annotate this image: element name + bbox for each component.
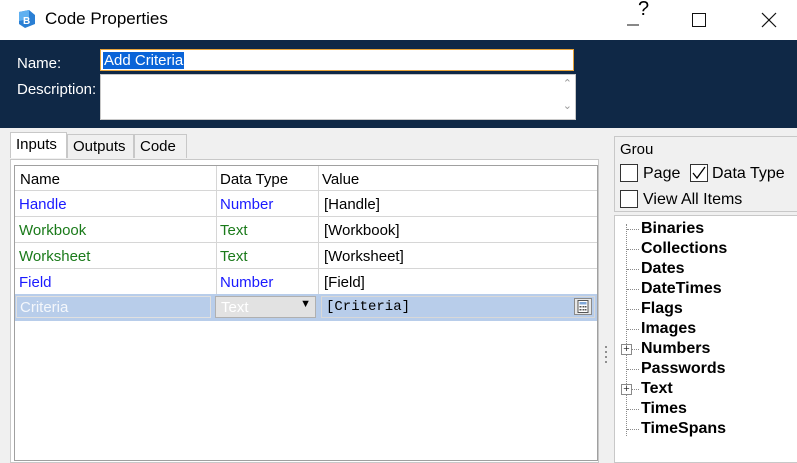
window-title: Code Properties xyxy=(45,9,168,28)
tab-outputs[interactable]: Outputs xyxy=(67,134,134,158)
tab-inputs[interactable]: Inputs xyxy=(10,132,67,158)
expand-numbers-icon[interactable]: + xyxy=(621,344,632,355)
criteria-value-input[interactable]: [Criteria] xyxy=(321,296,595,318)
app-icon: B xyxy=(19,10,35,28)
tree-item-timespans[interactable]: TimeSpans xyxy=(641,420,726,438)
column-header-name[interactable]: Name xyxy=(20,171,60,188)
tree-item-collections[interactable]: Collections xyxy=(641,240,727,258)
title-bar: B Code Properties ? xyxy=(0,0,797,40)
dropdown-arrow-icon[interactable]: ▼ xyxy=(300,298,311,310)
name-input[interactable]: Add Criteria xyxy=(100,49,574,71)
row-data-type[interactable]: Text xyxy=(220,248,248,265)
row-value[interactable]: [Field] xyxy=(324,274,365,291)
inputs-panel: Name Data Type Value Handle Number [Hand… xyxy=(10,159,599,463)
selected-table-row[interactable]: Criteria Text ▼ [Criteria] xyxy=(15,294,597,321)
minimize-button[interactable] xyxy=(610,0,656,40)
maximize-icon xyxy=(692,13,706,27)
panel-splitter[interactable] xyxy=(604,343,608,373)
row-name[interactable]: Workbook xyxy=(19,222,86,239)
maximize-button[interactable] xyxy=(676,0,722,40)
row-name[interactable]: Field xyxy=(19,274,52,291)
tree-item-flags[interactable]: Flags xyxy=(641,300,683,318)
row-name[interactable]: Worksheet xyxy=(19,248,90,265)
expand-text-icon[interactable]: + xyxy=(621,384,632,395)
minimize-icon xyxy=(627,24,639,26)
close-button[interactable] xyxy=(746,0,792,40)
row-data-type[interactable]: Number xyxy=(220,274,273,291)
view-all-items-checkbox[interactable] xyxy=(620,190,638,208)
data-type-checkbox[interactable] xyxy=(690,164,708,182)
tree-item-times[interactable]: Times xyxy=(641,400,687,418)
criteria-value: [Criteria] xyxy=(326,299,411,315)
scroll-up-icon[interactable]: ⌃ xyxy=(563,77,572,90)
criteria-data-type-value: Text xyxy=(221,299,249,316)
item-tree: Binaries Collections Dates DateTimes Fla… xyxy=(614,215,797,463)
row-name[interactable]: Handle xyxy=(19,196,67,213)
calculator-icon xyxy=(577,300,589,313)
column-header-value[interactable]: Value xyxy=(322,171,359,188)
properties-header: Name: Add Criteria Description: ⌃ ⌄ xyxy=(0,40,797,128)
tab-code[interactable]: Code xyxy=(134,134,187,158)
page-checkbox[interactable] xyxy=(620,164,638,182)
criteria-data-type-select[interactable]: Text ▼ xyxy=(215,296,316,318)
group-title: Grou xyxy=(620,141,654,158)
tree-item-text[interactable]: Text xyxy=(641,380,673,398)
tree-item-datetimes[interactable]: DateTimes xyxy=(641,280,722,298)
criteria-name-input[interactable]: Criteria xyxy=(16,296,211,318)
description-input[interactable]: ⌃ ⌄ xyxy=(100,74,576,120)
column-header-data-type[interactable]: Data Type xyxy=(220,171,288,188)
checkmark-icon xyxy=(692,166,706,180)
name-label: Name: xyxy=(17,55,62,72)
view-all-items-label[interactable]: View All Items xyxy=(643,191,742,209)
tree-item-images[interactable]: Images xyxy=(641,320,696,338)
row-data-type[interactable]: Number xyxy=(220,196,273,213)
group-options: Grou Page Data Type View All Items xyxy=(614,136,797,212)
row-value[interactable]: [Handle] xyxy=(324,196,380,213)
name-input-selected-text: Add Criteria xyxy=(103,52,185,69)
data-type-checkbox-label[interactable]: Data Type xyxy=(712,165,785,183)
scroll-down-icon[interactable]: ⌄ xyxy=(563,99,572,112)
row-data-type[interactable]: Text xyxy=(220,222,248,239)
tree-item-passwords[interactable]: Passwords xyxy=(641,360,725,378)
close-icon xyxy=(761,12,777,28)
row-value[interactable]: [Workbook] xyxy=(324,222,400,239)
tree-item-binaries[interactable]: Binaries xyxy=(641,220,704,238)
row-value[interactable]: [Worksheet] xyxy=(324,248,404,265)
tree-item-numbers[interactable]: Numbers xyxy=(641,340,710,358)
page-checkbox-label[interactable]: Page xyxy=(643,165,680,183)
tree-item-dates[interactable]: Dates xyxy=(641,260,685,278)
calculator-button[interactable] xyxy=(574,298,592,315)
description-label: Description: xyxy=(17,81,97,98)
svg-text:B: B xyxy=(23,16,30,27)
inputs-grid: Name Data Type Value Handle Number [Hand… xyxy=(14,165,598,461)
